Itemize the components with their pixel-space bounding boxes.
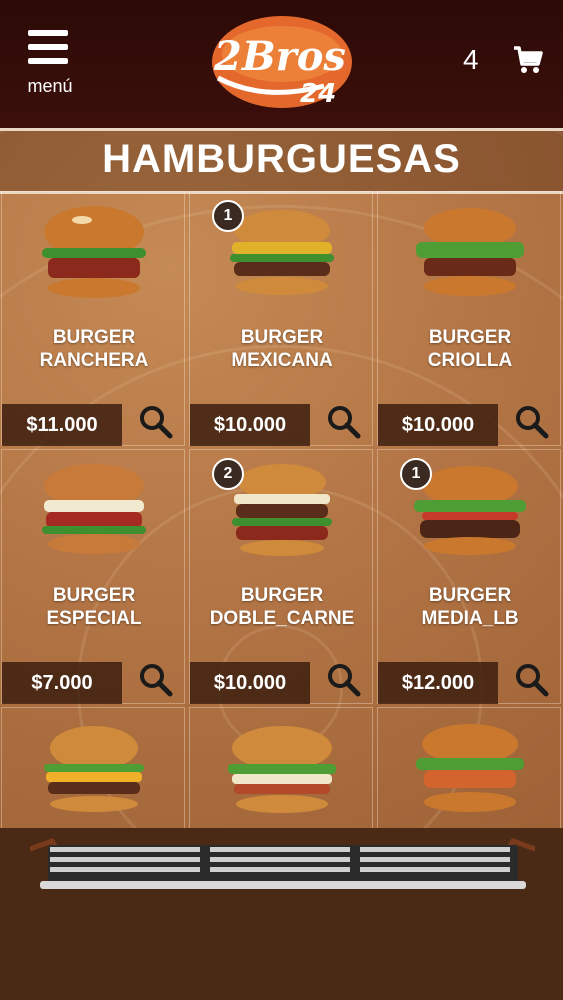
price-button[interactable]: $10.000	[378, 404, 498, 446]
menu-bar-icon	[28, 30, 68, 36]
burger-image	[228, 726, 336, 813]
cart-count: 4	[463, 44, 479, 75]
burger-image	[416, 208, 524, 296]
magnifier-icon[interactable]	[326, 404, 362, 440]
magnifier-icon[interactable]	[138, 662, 174, 698]
product-card[interactable]: 2 BURGER DOBLE_CARNE $10.000	[189, 449, 373, 704]
price-button[interactable]: $10.000	[190, 404, 310, 446]
product-card[interactable]: BURGER RANCHERA $11.000	[1, 191, 185, 446]
menu-bar-icon	[28, 44, 68, 50]
product-card[interactable]	[377, 707, 561, 837]
product-card[interactable]: BURGER CRIOLLA $10.000	[377, 191, 561, 446]
brand-logo[interactable]: 2Bros 24	[204, 10, 360, 118]
magnifier-icon[interactable]	[326, 662, 362, 698]
category-title-bar: HAMBURGUESAS	[0, 128, 563, 194]
quantity-badge: 1	[400, 458, 432, 490]
product-name: BURGER MEDIA_LB	[421, 585, 519, 629]
quantity-badge: 1	[212, 200, 244, 232]
shopping-cart-icon[interactable]	[512, 44, 544, 76]
product-name: BURGER RANCHERA	[39, 327, 149, 371]
product-card[interactable]: BURGER ESPECIAL $7.000	[1, 449, 185, 704]
burger-image	[416, 724, 524, 812]
menu-label: menú	[27, 76, 73, 96]
app-header: menú 2Bros 24 4	[0, 0, 563, 128]
product-card[interactable]	[189, 707, 373, 837]
price-button[interactable]: $7.000	[2, 662, 122, 704]
magnifier-icon[interactable]	[514, 404, 550, 440]
magnifier-icon[interactable]	[514, 662, 550, 698]
logo-text-bottom: 24	[300, 79, 336, 109]
price-button[interactable]: $11.000	[2, 404, 122, 446]
burger-image	[42, 206, 146, 298]
grill-decoration	[30, 837, 535, 889]
product-card[interactable]: 1 BURGER MEXICANA $10.000	[189, 191, 373, 446]
product-name: BURGER MEXICANA	[231, 327, 333, 371]
product-name: BURGER DOBLE_CARNE	[209, 585, 355, 629]
logo-text-top: 2Bros	[213, 33, 346, 80]
menu-bar-icon	[28, 58, 68, 64]
product-card[interactable]	[1, 707, 185, 837]
product-name: BURGER ESPECIAL	[46, 585, 142, 629]
magnifier-icon[interactable]	[138, 404, 174, 440]
burger-image	[44, 726, 144, 812]
price-button[interactable]: $10.000	[190, 662, 310, 704]
product-name: BURGER CRIOLLA	[427, 327, 513, 371]
quantity-badge: 2	[212, 458, 244, 490]
page-title: HAMBURGUESAS	[102, 137, 461, 181]
burger-image	[42, 464, 146, 554]
product-card[interactable]: 1 BURGER MEDIA_LB $12.000	[377, 449, 561, 704]
menu-button[interactable]: menú	[24, 30, 76, 100]
price-button[interactable]: $12.000	[378, 662, 498, 704]
